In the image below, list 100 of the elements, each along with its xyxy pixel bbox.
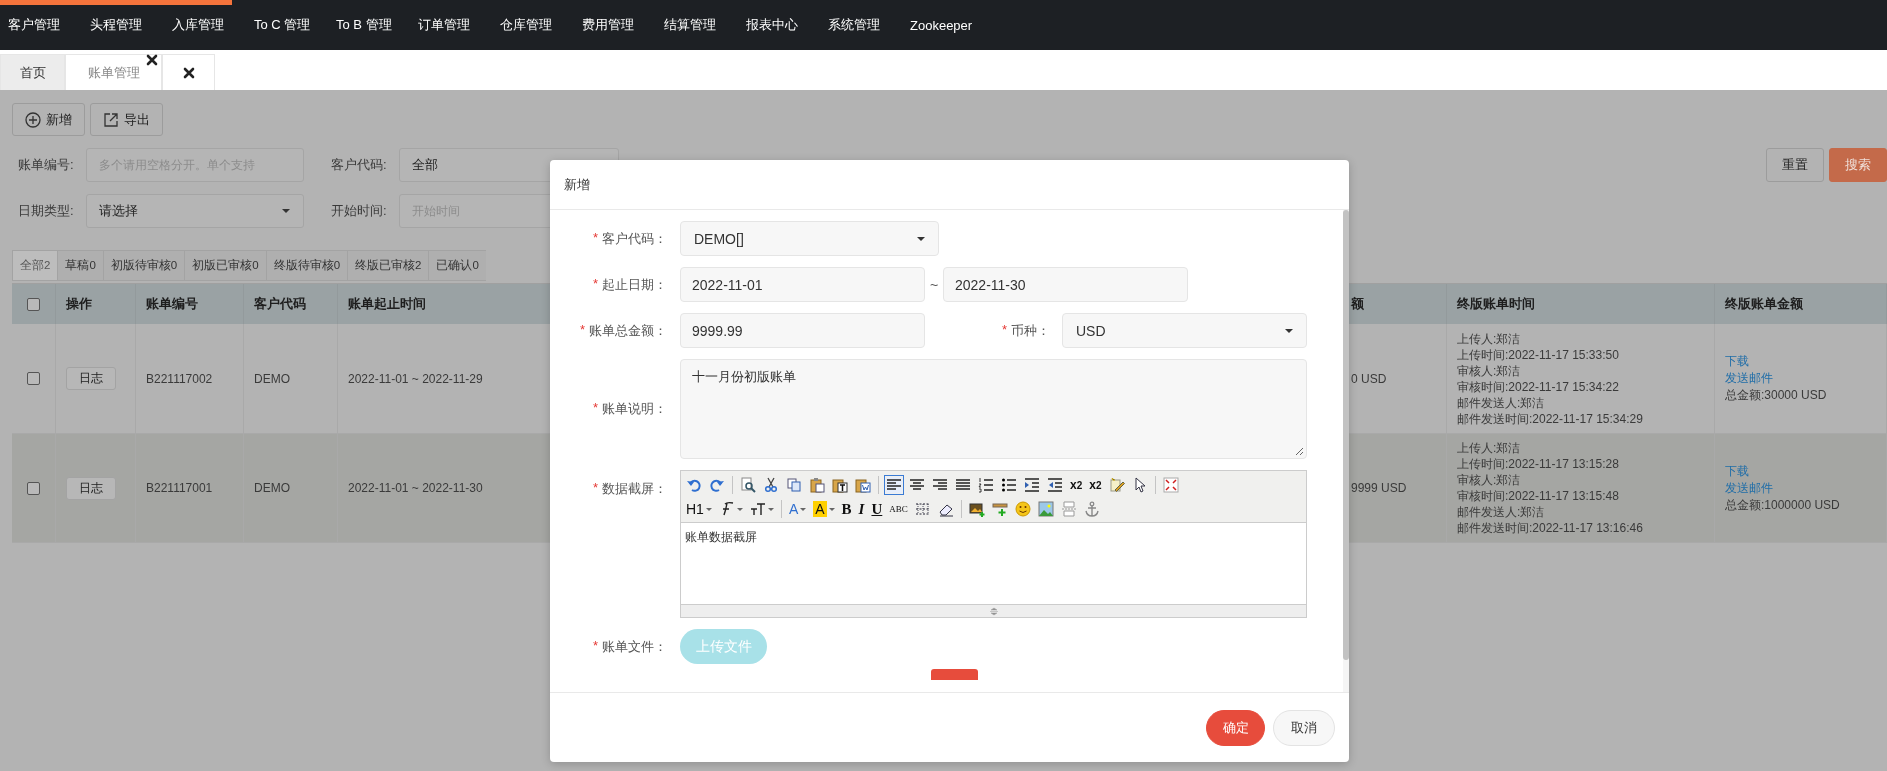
nav-menu-item[interactable]: To B 管理 [328,16,410,34]
numbered-list-icon[interactable] [978,477,994,493]
nav-menu-item[interactable]: 客户管理 [0,16,82,34]
underline-button[interactable]: U [871,500,883,518]
nav-menu-item[interactable]: 仓库管理 [492,16,574,34]
description-textarea[interactable]: 十一月份初版账单 [680,359,1307,459]
status-tab[interactable]: 终版待审核0 [265,250,348,281]
bullet-list-icon[interactable] [1001,477,1017,493]
paste-text-icon[interactable] [832,477,848,493]
highlight-button[interactable]: A [813,501,827,517]
status-tab[interactable]: 初版已审核0 [184,250,266,281]
customer-select[interactable]: DEMO[] [680,221,939,256]
select-all-checkbox[interactable] [27,297,40,311]
filter-label: 客户代码: [330,156,388,174]
align-center-icon[interactable] [909,477,925,493]
nav-menu-item[interactable]: 报表中心 [738,16,820,34]
clipboard-icon[interactable] [809,477,825,493]
heading-button[interactable]: H1 [686,501,704,517]
caret-icon [1284,327,1294,334]
table-cell: 总金额:30000 USD [1725,387,1827,404]
filter-label: 开始时间: [330,202,388,220]
end-date-field[interactable]: 2022-11-30 [943,267,1188,302]
pencil-note-icon[interactable] [1108,477,1125,493]
nav-menu-item[interactable]: 费用管理 [574,16,656,34]
undo-icon[interactable] [686,477,702,493]
copy-icon[interactable] [786,477,802,493]
font-color-button[interactable]: A [788,501,799,517]
modal-title: 新增 [550,160,1349,210]
nav-menu-item[interactable]: 头程管理 [82,16,164,34]
add-button[interactable]: 新增 [12,103,85,136]
table-cell: 2022-11-01 ~ 2022-11-30 [348,481,483,495]
cancel-button[interactable]: 取消 [1273,709,1335,746]
column-header: 终版账单金额 [1715,284,1887,324]
table-lines-icon[interactable] [914,501,931,517]
redo-icon[interactable] [709,477,725,493]
currency-select[interactable]: USD [1062,313,1307,348]
strike-button[interactable]: ABC [889,504,908,514]
nav-menu-item[interactable]: Zookeeper [902,17,987,33]
reset-button[interactable]: 重置 [1766,148,1824,182]
align-left-icon[interactable] [886,477,902,493]
close-icon[interactable] [146,54,158,66]
column-header: 客户代码 [244,284,338,324]
font-size-icon[interactable] [749,501,766,517]
amount-field[interactable]: 9999.99 [680,313,925,348]
close-all-icon[interactable] [182,66,195,79]
column-header: 账单编号 [136,284,244,324]
export-button[interactable]: 导出 [90,103,163,136]
status-tab[interactable]: 已确认0 [428,250,486,281]
insert-image-icon[interactable] [968,501,985,517]
required-mark: * [579,321,585,339]
required-mark: * [592,229,598,247]
status-tab[interactable]: 全部2 [12,250,58,281]
bold-button[interactable]: B [841,500,852,518]
field-label: 币种： [1011,321,1050,340]
table-cell: 2022-11-01 ~ 2022-11-29 [348,371,483,386]
scissors-icon[interactable] [763,477,779,493]
table-cell: DEMO [254,481,290,495]
document-search-icon[interactable] [740,477,756,493]
caret-icon [916,235,926,242]
start-date-field[interactable]: 2022-11-01 [680,267,925,302]
field-label: 账单总金额： [589,321,667,340]
fullscreen-icon[interactable] [1162,477,1179,493]
table-cell: 0 USD [1351,371,1387,386]
field-label: 客户代码： [602,229,667,248]
align-right-icon[interactable] [932,477,948,493]
log-button[interactable]: 日志 [66,476,116,500]
page-tab[interactable]: 账单管理 [65,54,162,90]
picture-icon[interactable] [1037,501,1054,517]
export-icon [103,111,119,128]
scrollbar-thumb[interactable] [1343,210,1349,660]
nav-menu-item[interactable]: 结算管理 [656,16,738,34]
row-checkbox[interactable] [27,372,40,385]
field-label: 账单文件： [602,637,667,656]
column-header: 额 [1349,284,1447,324]
status-tab[interactable]: 初版待审核0 [102,250,185,281]
page-tab[interactable]: 首页 [0,54,65,90]
outdent-icon[interactable] [1047,477,1063,493]
indent-icon[interactable] [1024,477,1040,493]
log-button[interactable]: 日志 [66,367,116,390]
status-tab[interactable]: 草稿0 [57,250,103,281]
status-tab[interactable]: 终版已审核2 [347,250,429,281]
paste-word-icon[interactable] [855,477,871,493]
nav-menu-item[interactable]: 入库管理 [164,16,246,34]
row-checkbox[interactable] [27,481,40,495]
nav-menu-item[interactable]: 订单管理 [410,16,492,34]
italic-button[interactable]: I [858,500,865,518]
filter-label: 日期类型: [17,202,75,220]
smiley-icon[interactable] [1014,501,1031,517]
horizontal-rule-icon[interactable] [991,501,1008,517]
confirm-button[interactable]: 确定 [1206,709,1265,746]
field-label: 账单说明： [602,400,667,418]
nav-menu-item[interactable]: 系统管理 [820,16,902,34]
anchor-icon[interactable] [1083,501,1100,517]
resize-grip-icon [1294,446,1304,456]
resize-handle-icon[interactable] [989,606,998,616]
filter-select[interactable]: 请选择 [86,194,304,228]
table-cell: 9999 USD [1351,481,1407,495]
column-header: 终版账单时间 [1447,284,1715,324]
nav-menu-item[interactable]: To C 管理 [246,16,328,34]
align-justify-icon[interactable] [955,477,971,493]
